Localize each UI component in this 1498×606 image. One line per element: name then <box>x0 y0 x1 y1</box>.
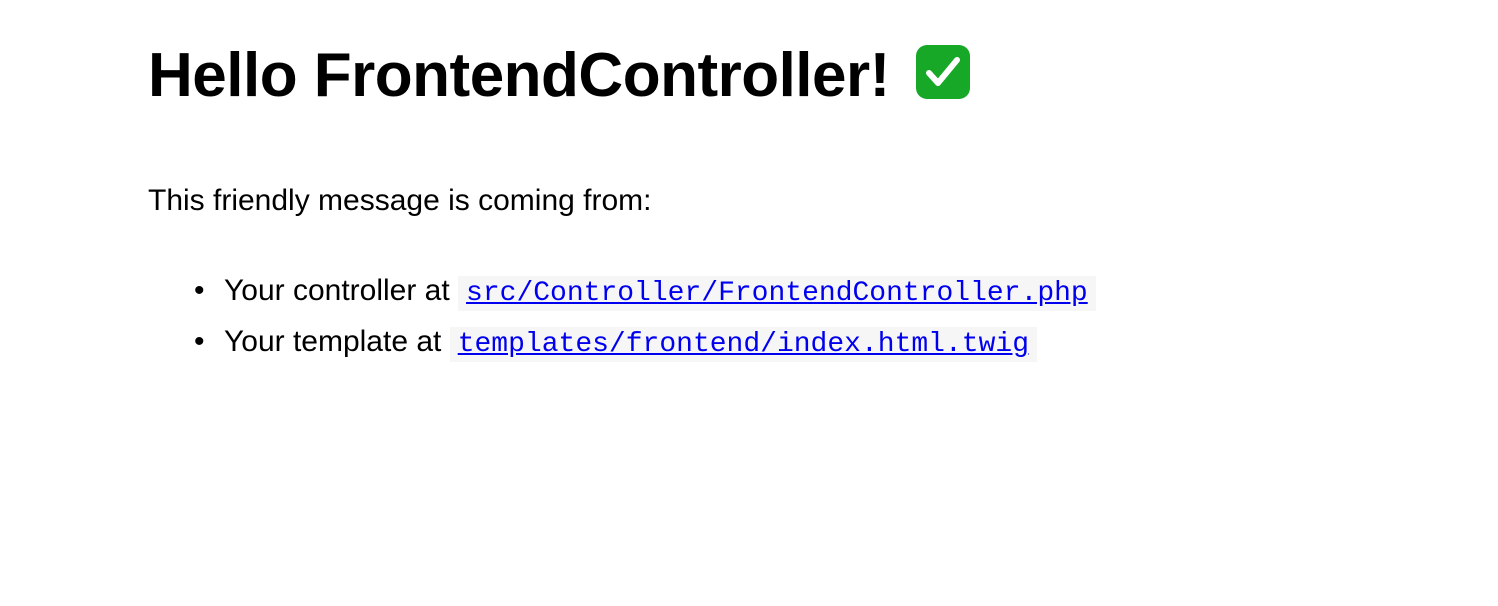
list-item: Your controller at src/Controller/Fronte… <box>224 266 1498 317</box>
page-title: Hello FrontendController! <box>148 40 1498 111</box>
code-path: src/Controller/FrontendController.php <box>458 276 1096 311</box>
list-item-label: Your controller at <box>224 274 458 307</box>
controller-link[interactable]: src/Controller/FrontendController.php <box>466 278 1088 309</box>
page-title-text: Hello FrontendController! <box>148 41 890 110</box>
list-item: Your template at templates/frontend/inde… <box>224 317 1498 368</box>
intro-text: This friendly message is coming from: <box>148 181 1498 220</box>
code-path: templates/frontend/index.html.twig <box>450 327 1037 362</box>
source-list: Your controller at src/Controller/Fronte… <box>148 266 1498 368</box>
template-link[interactable]: templates/frontend/index.html.twig <box>458 329 1029 360</box>
list-item-label: Your template at <box>224 325 450 358</box>
check-mark-icon <box>915 44 971 100</box>
